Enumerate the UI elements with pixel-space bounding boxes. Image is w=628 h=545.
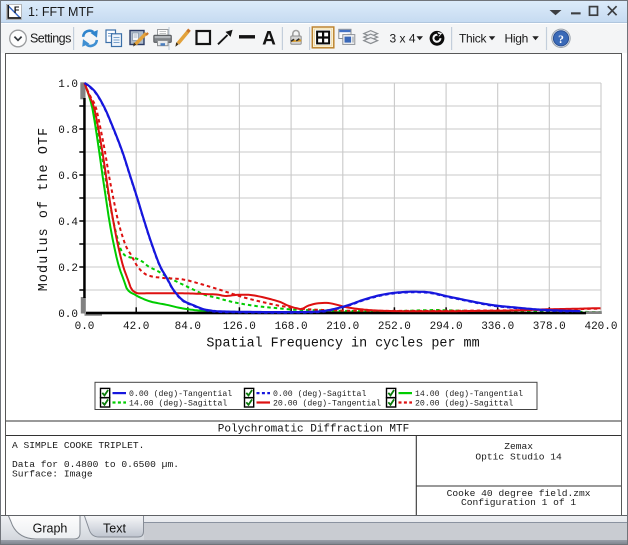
svg-text:?: ?	[558, 34, 564, 46]
svg-text:Polychromatic Diffraction MTF: Polychromatic Diffraction MTF	[218, 424, 409, 436]
svg-text:Graph: Graph	[33, 522, 68, 536]
svg-text:A SIMPLE COOKE TRIPLET.: A SIMPLE COOKE TRIPLET.	[12, 440, 144, 451]
svg-text:A: A	[262, 28, 276, 49]
svg-text:Thick: Thick	[459, 32, 487, 46]
svg-text:High: High	[505, 32, 528, 46]
svg-text:3 x 4: 3 x 4	[390, 32, 416, 46]
svg-text:Settings: Settings	[30, 32, 71, 46]
svg-text:Configuration 1 of 1: Configuration 1 of 1	[461, 497, 576, 508]
svg-text:F: F	[14, 5, 20, 15]
svg-text:Optic Studio 14: Optic Studio 14	[475, 452, 562, 463]
svg-text:Surface: Image: Surface: Image	[12, 469, 93, 480]
svg-text:Text: Text	[103, 522, 126, 536]
svg-text:Zemax: Zemax	[504, 441, 533, 452]
